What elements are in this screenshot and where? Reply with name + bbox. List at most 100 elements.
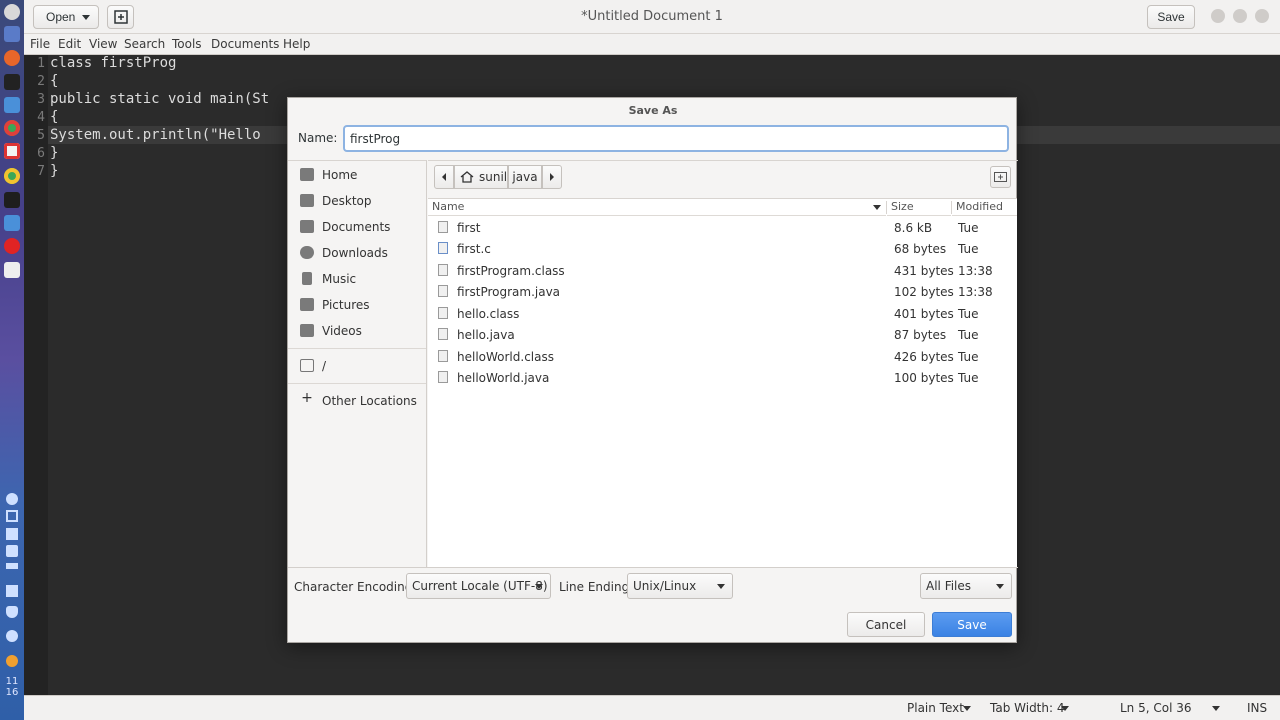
line-ending-select[interactable]: Unix/Linux	[627, 573, 733, 599]
line-number: 5	[37, 128, 45, 143]
chrome-icon-2[interactable]	[4, 168, 20, 184]
c-source-file-icon	[438, 242, 448, 254]
cursor-position[interactable]: Ln 5, Col 36	[1120, 701, 1192, 715]
file-row[interactable]: firstProgram.class 431 bytes 13:38	[428, 260, 1017, 281]
line-number: 4	[37, 110, 45, 125]
path-forward-button[interactable]	[542, 165, 562, 189]
close-icon[interactable]	[1255, 9, 1269, 23]
file-row[interactable]: hello.class 401 bytes Tue	[428, 303, 1017, 324]
header-save-button[interactable]: Save	[1147, 5, 1195, 29]
console-icon[interactable]	[4, 74, 20, 90]
code-line: class firstProg	[50, 55, 177, 71]
code-line: }	[50, 145, 59, 161]
chrome-icon[interactable]	[4, 120, 20, 136]
path-java-button[interactable]: java	[508, 165, 542, 189]
bluetooth-icon[interactable]	[6, 630, 18, 642]
clock[interactable]: 11 16	[0, 676, 24, 698]
line-number: 2	[37, 74, 45, 89]
volume-icon[interactable]	[6, 545, 18, 557]
path-bar: sunil java	[428, 160, 1018, 200]
chevron-down-icon	[1212, 706, 1220, 711]
terminal-icon-2[interactable]	[4, 192, 20, 208]
user-icon[interactable]	[6, 493, 18, 505]
chevron-down-icon	[996, 584, 1004, 589]
sidebar-item-videos[interactable]: Videos	[288, 319, 426, 343]
shield-icon[interactable]	[6, 606, 18, 618]
line-ending-label: Line Ending:	[559, 580, 634, 594]
path-home-button[interactable]: sunil	[454, 165, 508, 189]
chevron-down-icon	[1061, 706, 1069, 711]
firefox-icon[interactable]	[4, 50, 20, 66]
minimize-icon[interactable]	[1211, 9, 1225, 23]
text-editor-icon[interactable]	[4, 143, 20, 159]
line-number: 1	[37, 56, 45, 71]
dialog-title: Save As	[628, 104, 678, 117]
line-number: 7	[37, 164, 45, 179]
apple-icon[interactable]	[4, 4, 20, 20]
insert-mode: INS	[1247, 701, 1268, 715]
sidebar-item-root[interactable]: /	[288, 354, 426, 378]
file-row[interactable]: first 8.6 kB Tue	[428, 217, 1017, 238]
dock: 11 16	[0, 0, 24, 720]
line-number-gutter: 1 2 3 4 5 6 7	[24, 55, 48, 695]
files-icon[interactable]	[4, 215, 20, 231]
name-label: Name:	[298, 131, 338, 145]
menu-bar: File Edit View Search Tools Documents He…	[24, 34, 1280, 55]
sidebar-item-documents[interactable]: Documents	[288, 215, 426, 239]
sidebar-item-music[interactable]: Music	[288, 267, 426, 291]
menu-help[interactable]: Help	[283, 37, 310, 51]
file-row[interactable]: helloWorld.java 100 bytes Tue	[428, 367, 1017, 388]
syntax-selector[interactable]: Plain Text	[907, 701, 964, 715]
menu-edit[interactable]: Edit	[58, 37, 81, 51]
file-icon	[438, 264, 448, 276]
column-size[interactable]: Size	[887, 199, 951, 216]
menu-search[interactable]: Search	[124, 37, 165, 51]
file-filter-select[interactable]: All Files	[920, 573, 1012, 599]
code-line: public static void main(St	[50, 91, 270, 107]
cancel-button[interactable]: Cancel	[847, 612, 925, 637]
executable-file-icon	[438, 221, 448, 233]
battery-icon[interactable]	[6, 563, 18, 569]
network-icon[interactable]	[6, 528, 18, 540]
menu-tools[interactable]: Tools	[172, 37, 202, 51]
menu-documents[interactable]: Documents	[211, 37, 279, 51]
record-icon[interactable]	[4, 238, 20, 254]
sidebar-item-pictures[interactable]: Pictures	[288, 293, 426, 317]
chevron-down-icon	[717, 584, 725, 589]
display-icon[interactable]	[6, 510, 18, 522]
menu-file[interactable]: File	[30, 37, 50, 51]
file-row[interactable]: first.c 68 bytes Tue	[428, 238, 1017, 259]
file-icon	[438, 350, 448, 362]
column-name[interactable]: Name	[428, 199, 886, 216]
camera-icon[interactable]	[6, 585, 18, 597]
plus-icon: +	[301, 390, 313, 406]
line-number: 6	[37, 146, 45, 161]
line-number: 3	[37, 92, 45, 107]
encoding-select[interactable]: Current Locale (UTF-8)	[406, 573, 551, 599]
sidebar-divider	[288, 383, 426, 384]
terminal-icon[interactable]	[4, 26, 20, 42]
file-icon	[438, 328, 448, 340]
sidebar-item-home[interactable]: Home	[288, 163, 426, 187]
weather-icon[interactable]	[6, 655, 18, 667]
sidebar-item-desktop[interactable]: Desktop	[288, 189, 426, 213]
sidebar-item-other-locations[interactable]: + Other Locations	[288, 389, 426, 413]
file-row[interactable]: helloWorld.class 426 bytes Tue	[428, 346, 1017, 367]
chevron-down-icon	[963, 706, 971, 711]
column-modified[interactable]: Modified	[952, 199, 1017, 216]
sidebar-item-downloads[interactable]: Downloads	[288, 241, 426, 265]
header-bar: Open *Untitled Document 1 Save	[24, 0, 1280, 34]
tab-width-selector[interactable]: Tab Width: 4	[990, 701, 1064, 715]
folder-icon[interactable]	[4, 97, 20, 113]
document-icon[interactable]	[4, 262, 20, 278]
file-row[interactable]: firstProgram.java 102 bytes 13:38	[428, 281, 1017, 302]
maximize-icon[interactable]	[1233, 9, 1247, 23]
path-back-button[interactable]	[434, 165, 454, 189]
new-folder-button[interactable]	[990, 166, 1011, 188]
file-list[interactable]: Name Size Modified first 8.6 kB Tue firs…	[428, 198, 1017, 567]
encoding-label: Character Encoding:	[294, 580, 417, 594]
save-button[interactable]: Save	[932, 612, 1012, 637]
menu-view[interactable]: View	[89, 37, 117, 51]
file-name-input[interactable]	[343, 125, 1009, 152]
file-row[interactable]: hello.java 87 bytes Tue	[428, 324, 1017, 345]
